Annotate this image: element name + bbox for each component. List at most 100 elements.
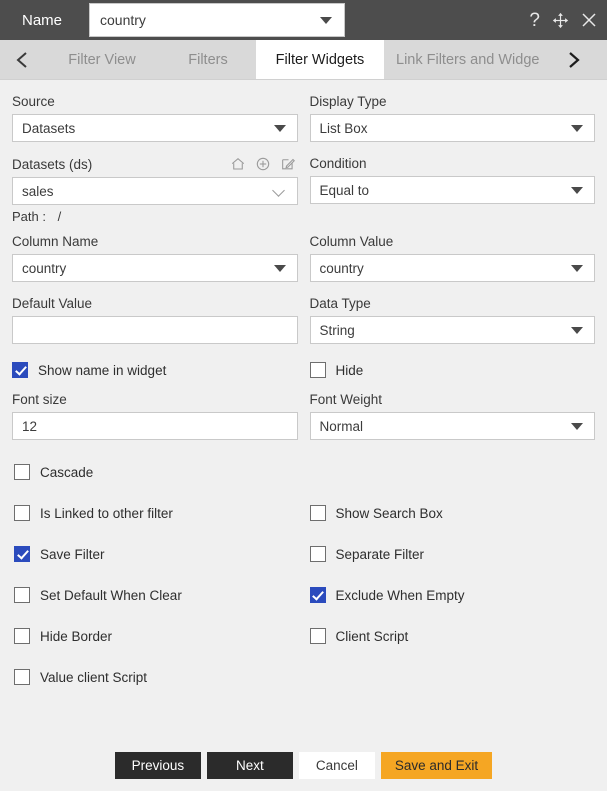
checkbox-is-linked-to-other-filter[interactable]: Is Linked to other filter <box>14 505 300 521</box>
previous-button[interactable]: Previous <box>114 752 201 779</box>
condition-value: Equal to <box>319 182 370 198</box>
data-type-select[interactable]: String <box>309 316 595 344</box>
checkbox-box <box>14 546 30 562</box>
checkbox-save-filter[interactable]: Save Filter <box>14 546 300 562</box>
tab-label: Link Filters and Widge <box>396 51 540 68</box>
checkbox-label: Exclude When Empty <box>335 587 465 603</box>
font-weight-label: Font Weight <box>309 392 383 407</box>
chevron-down-icon <box>571 422 583 430</box>
form-row-datasets: Datasets (ds) sales Path: / Condition E… <box>12 156 595 224</box>
edit-icon[interactable] <box>280 156 296 172</box>
cancel-button[interactable]: Cancel <box>298 752 375 779</box>
font-weight-value: Normal <box>319 418 364 434</box>
dialog-footer: Previous Next Cancel Save and Exit <box>0 752 607 779</box>
font-size-label: Font size <box>12 392 67 407</box>
checkbox-client-script[interactable]: Client Script <box>309 628 596 644</box>
close-icon[interactable] <box>581 12 597 28</box>
filter-widgets-dialog: Name country ? Filter View Filters Filte… <box>0 0 607 791</box>
form-row-column: Column Name country Column Value country <box>12 234 595 282</box>
checkbox-label: Hide <box>335 362 364 378</box>
condition-select[interactable]: Equal to <box>309 176 595 204</box>
field-data-type: Data Type String <box>309 296 595 344</box>
checkbox-value-client-script[interactable]: Value client Script <box>14 669 305 685</box>
field-default-value: Default Value <box>12 296 298 344</box>
checkbox-show-search-box[interactable]: Show Search Box <box>309 505 596 521</box>
display-type-select[interactable]: List Box <box>309 114 595 142</box>
datasets-value: sales <box>22 183 54 199</box>
chevron-down-icon <box>571 124 583 132</box>
form-row-set-default: Set Default When Clear Exclude When Empt… <box>12 587 595 603</box>
checkbox-hide[interactable]: Hide <box>309 362 596 378</box>
font-weight-select[interactable]: Normal <box>309 412 595 440</box>
plus-circle-icon[interactable] <box>255 156 271 172</box>
checkbox-show-name-in-widget[interactable]: Show name in widget <box>12 362 298 378</box>
dialog-titlebar: Name country ? <box>0 0 607 40</box>
field-font-size: Font size 12 <box>12 392 298 440</box>
datasets-label-actions <box>230 156 298 172</box>
checkbox-label: Cascade <box>40 464 94 480</box>
filter-name-select[interactable]: country <box>89 3 345 37</box>
tab-label: Filters <box>188 51 228 68</box>
move-icon[interactable] <box>552 12 569 29</box>
field-column-name: Column Name country <box>12 234 298 282</box>
checkbox-set-default-when-clear[interactable]: Set Default When Clear <box>14 587 300 603</box>
checkbox-label: Save Filter <box>40 546 105 562</box>
chevron-down-icon <box>273 264 286 272</box>
checkbox-label: Hide Border <box>40 628 113 644</box>
default-value-input[interactable] <box>12 316 298 344</box>
field-condition: Condition Equal to <box>309 156 595 224</box>
checkbox-label: Show Search Box <box>335 505 443 521</box>
column-name-value: country <box>22 260 67 276</box>
checkbox-box <box>309 505 326 521</box>
checkbox-label: Show name in widget <box>38 362 167 378</box>
chevron-down-icon <box>320 16 332 24</box>
field-display-type: Display Type List Box <box>309 94 595 142</box>
checkbox-label: Set Default When Clear <box>40 587 182 603</box>
form-row-hide-border: Hide Border Client Script <box>12 628 595 644</box>
column-value-value: country <box>319 260 364 276</box>
checkbox-box <box>309 362 326 378</box>
checkbox-label: Value client Script <box>40 669 148 685</box>
datasets-select[interactable]: sales <box>12 177 298 205</box>
checkbox-box <box>14 505 30 521</box>
form-row-cascade: Cascade <box>12 464 595 480</box>
question-mark-icon[interactable]: ? <box>529 11 540 30</box>
condition-label: Condition <box>309 156 367 171</box>
field-datasets: Datasets (ds) sales Path: / <box>12 156 298 224</box>
checkbox-separate-filter[interactable]: Separate Filter <box>309 546 596 562</box>
form-row-showname: Show name in widget Hide <box>12 362 595 378</box>
datasets-label-line: Datasets (ds) <box>12 156 298 172</box>
display-type-value: List Box <box>319 120 368 136</box>
checkbox-hide-border[interactable]: Hide Border <box>14 628 300 644</box>
home-icon[interactable] <box>230 156 246 172</box>
source-select[interactable]: Datasets <box>12 114 298 142</box>
datasets-label: Datasets (ds) <box>12 156 93 172</box>
tab-label: Filter View <box>68 51 136 68</box>
checkbox-exclude-when-empty[interactable]: Exclude When Empty <box>309 587 596 603</box>
form-row-source: Source Datasets Display Type List Box <box>12 94 595 142</box>
field-font-weight: Font Weight Normal <box>309 392 595 440</box>
column-name-select[interactable]: country <box>12 254 298 282</box>
tab-filters[interactable]: Filters <box>160 40 256 79</box>
field-column-value: Column Value country <box>309 234 595 282</box>
tabs-scroll-left-button[interactable] <box>0 40 44 79</box>
chevron-down-icon <box>571 326 583 334</box>
tab-filter-view[interactable]: Filter View <box>44 40 160 79</box>
form-row-font: Font size 12 Font Weight Normal <box>12 392 595 440</box>
font-size-input[interactable]: 12 <box>12 412 298 440</box>
checkbox-box <box>12 362 28 378</box>
chevron-down-icon <box>273 185 286 198</box>
checkbox-box <box>14 587 30 603</box>
chevron-down-icon <box>273 124 286 132</box>
checkbox-label: Is Linked to other filter <box>40 505 173 521</box>
form-row-default: Default Value Data Type String <box>12 296 595 344</box>
checkbox-cascade[interactable]: Cascade <box>14 464 305 480</box>
form-row-save-filter: Save Filter Separate Filter <box>12 546 595 562</box>
next-button[interactable]: Next <box>206 752 293 779</box>
font-size-value: 12 <box>22 418 38 434</box>
column-value-select[interactable]: country <box>309 254 595 282</box>
tab-link-filters-and-widgets[interactable]: Link Filters and Widge <box>384 40 551 79</box>
save-and-exit-button[interactable]: Save and Exit <box>380 752 493 779</box>
tabs-scroll-right-button[interactable] <box>551 40 595 79</box>
tab-filter-widgets[interactable]: Filter Widgets <box>256 40 384 79</box>
